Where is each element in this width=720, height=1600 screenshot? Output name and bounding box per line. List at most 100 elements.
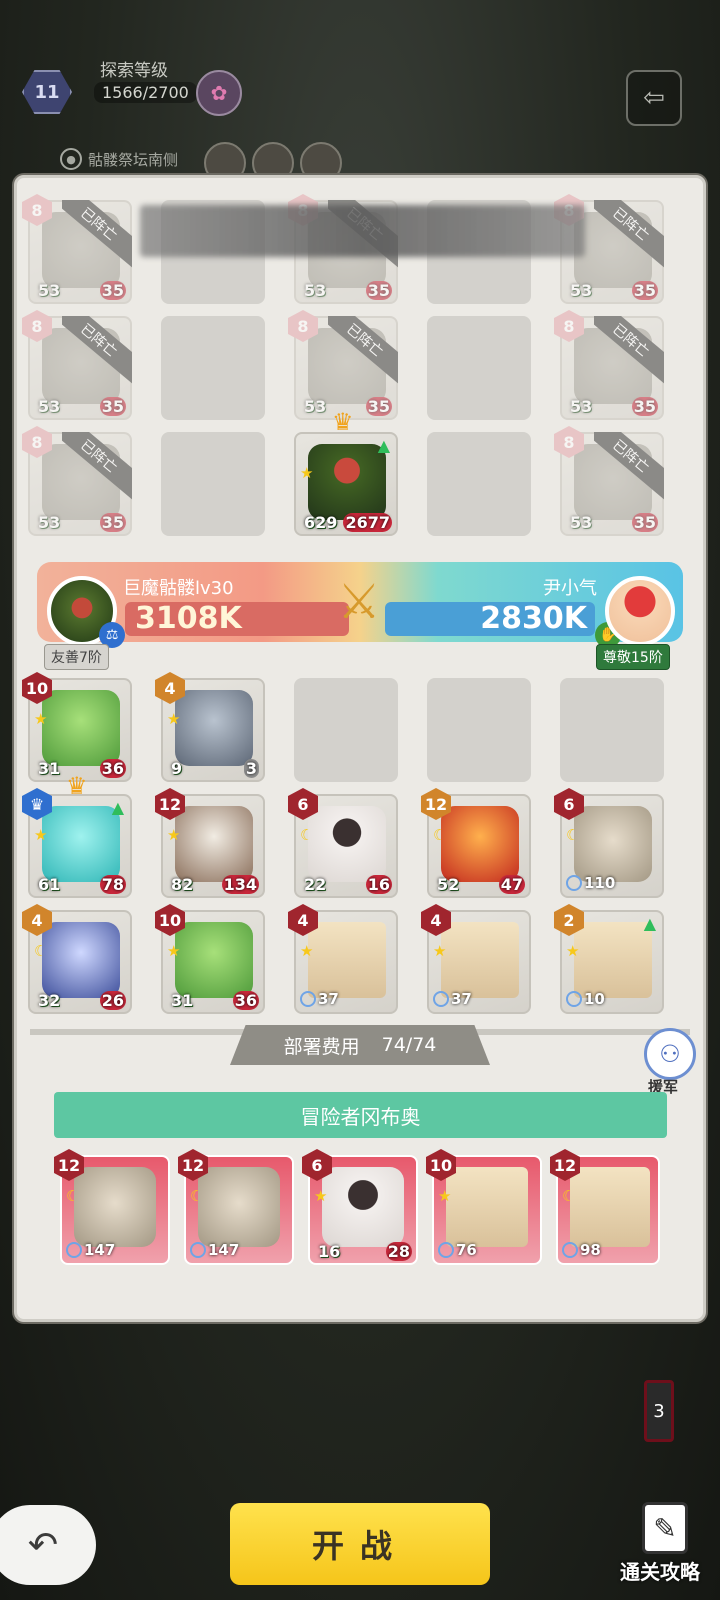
fire-scroll-art — [308, 922, 386, 998]
unit-card[interactable]: 12 ★ 82 134 — [155, 788, 265, 898]
hand-card[interactable]: 12 ☾ 98 — [550, 1149, 660, 1265]
empty-slot — [161, 316, 265, 420]
hand-card[interactable]: 6 ★ 16 28 — [302, 1149, 418, 1265]
back-arrow-icon: ↶ — [27, 1524, 59, 1566]
empty-slot[interactable] — [560, 678, 664, 782]
enemy-card[interactable]: 8 53 35 已阵亡 — [554, 310, 664, 420]
attack-value: 16 — [318, 1242, 341, 1261]
unit-card[interactable]: 4 ★ 9 3 — [155, 672, 265, 782]
wizard-art — [42, 922, 120, 998]
attack-value: 32 — [38, 991, 61, 1010]
fire-demon-art — [441, 806, 519, 882]
reinforcement-button[interactable]: ⚇ — [644, 1028, 696, 1080]
adventurer-bar[interactable]: 冒险者冈布奥 — [54, 1092, 667, 1138]
hp-value: 36 — [232, 991, 259, 1010]
unit-card[interactable]: 10 ★ 31 36 ♛ — [22, 672, 132, 800]
scroll-card[interactable]: 2 ★ ▲ 10 — [554, 904, 664, 1014]
empty-slot — [427, 432, 531, 536]
attack-value: 53 — [38, 281, 61, 300]
exit-icon[interactable]: ⇦ — [626, 70, 682, 126]
hp-value: 35 — [631, 397, 658, 416]
hp-value: 28 — [385, 1242, 412, 1261]
unit-card[interactable]: ♛ ★ ▲ 61 78 — [22, 788, 132, 898]
attack-value: 9 — [171, 759, 183, 778]
magic-value: 110 — [566, 874, 615, 892]
dead-tag: 已阵亡 — [594, 432, 664, 502]
magic-value: 147 — [190, 1241, 239, 1259]
empty-slot — [161, 432, 265, 536]
moon-icon: ☾ — [566, 826, 580, 844]
shield-scroll-art — [570, 1167, 650, 1247]
magic-value: 37 — [300, 990, 339, 1008]
hp-value: 16 — [365, 875, 392, 894]
attack-value: 31 — [38, 759, 61, 778]
star-icon: ★ — [167, 710, 181, 728]
star-icon: ★ — [34, 826, 48, 844]
scroll-card[interactable]: 4 ★ 37 — [421, 904, 531, 1014]
guide-label[interactable]: 通关攻略 — [620, 1556, 700, 1585]
hand-card[interactable]: 10 ★ 76 — [426, 1149, 542, 1265]
player-grid: 10 ★ 31 36 ♛ 4 ★ 9 3 ♛ ★ ▲ 61 78 12 ★ 82… — [22, 672, 668, 1014]
crown-icon: ♛ — [332, 408, 354, 436]
moon-icon: ☾ — [190, 1187, 204, 1205]
rune-stone-art — [574, 806, 652, 882]
sun-stone-art — [74, 1167, 156, 1247]
girl-portrait-art — [308, 806, 386, 882]
upgrade-icon: ▲ — [111, 798, 124, 817]
unit-card[interactable]: 4 ☾ 32 26 — [22, 904, 132, 1014]
magic-value: 10 — [566, 990, 605, 1008]
enemy-card[interactable]: 8 53 35 已阵亡 — [22, 310, 132, 420]
star-icon: ★ — [167, 942, 181, 960]
unit-card[interactable]: 6 ☾ 110 — [554, 788, 664, 898]
player-name: 尹小气 — [543, 578, 597, 599]
empty-slot[interactable] — [427, 678, 531, 782]
dead-tag: 已阵亡 — [62, 200, 132, 270]
hp-value: 35 — [365, 281, 392, 300]
battery-indicator: 3 — [644, 1380, 674, 1442]
back-button[interactable]: ↶ — [0, 1505, 96, 1585]
enemy-card[interactable]: 8 53 35 已阵亡 — [288, 310, 398, 420]
boss-card[interactable]: ♛ ★ ▲ 629 2677 — [294, 408, 398, 536]
enemy-card[interactable]: 8 53 35 已阵亡 — [554, 426, 664, 536]
unit-card[interactable]: 10 ★ 31 36 — [155, 904, 265, 1014]
hp-value: 35 — [365, 397, 392, 416]
start-battle-button[interactable]: 开战 — [230, 1503, 490, 1585]
cyan-blob-art — [42, 806, 120, 882]
dead-tag: 已阵亡 — [328, 316, 398, 386]
empty-slot[interactable] — [294, 678, 398, 782]
dead-tag: 已阵亡 — [594, 316, 664, 386]
hp-value: 35 — [631, 513, 658, 532]
attack-value: 629 — [304, 513, 338, 532]
mushroom-scroll-art — [446, 1167, 528, 1247]
enemy-card[interactable]: 8 53 35 已阵亡 — [22, 426, 132, 536]
hand-card[interactable]: 12 ☾ 147 — [178, 1149, 294, 1265]
deploy-cost-value: 74/74 — [381, 1034, 437, 1056]
magic-value: 37 — [433, 990, 472, 1008]
player-avatar[interactable] — [605, 576, 675, 646]
explore-level-progress: 1566/2700 — [94, 82, 197, 103]
player-power: 2830K — [385, 602, 595, 636]
unit-card[interactable]: 12 ☾ 52 47 — [421, 788, 531, 898]
hp-value: 78 — [99, 875, 126, 894]
enemy-card[interactable]: 8 53 35 已阵亡 — [22, 194, 132, 304]
attack-value: 61 — [38, 875, 61, 894]
hp-value: 36 — [99, 759, 126, 778]
attack-value: 22 — [304, 875, 327, 894]
star-icon: ★ — [34, 710, 48, 728]
sun-stone-art — [198, 1167, 280, 1247]
location-label: 骷髅祭坛南侧 — [88, 150, 179, 169]
scroll-card[interactable]: 4 ★ 37 — [288, 904, 398, 1014]
deploy-cost: 部署费用 74/74 — [230, 1025, 490, 1065]
guide-icon[interactable]: ✎ — [642, 1502, 688, 1554]
versus-bar: ⚖ 巨魔骷髅lv30 3108K ⚔ 尹小气 2830K ✋ — [37, 562, 683, 648]
star-icon: ★ — [433, 942, 447, 960]
attack-value: 53 — [570, 397, 593, 416]
cat-icon[interactable]: ✿ — [196, 70, 242, 116]
unit-card[interactable]: 6 ☾ 22 16 — [288, 788, 398, 898]
fire-scroll-art — [441, 922, 519, 998]
enemy-power: 3108K — [125, 602, 349, 636]
attack-value: 53 — [570, 281, 593, 300]
star-icon: ★ — [566, 942, 580, 960]
horned-knight-art — [175, 806, 253, 882]
hand-card[interactable]: 12 ☾ 147 — [54, 1149, 170, 1265]
